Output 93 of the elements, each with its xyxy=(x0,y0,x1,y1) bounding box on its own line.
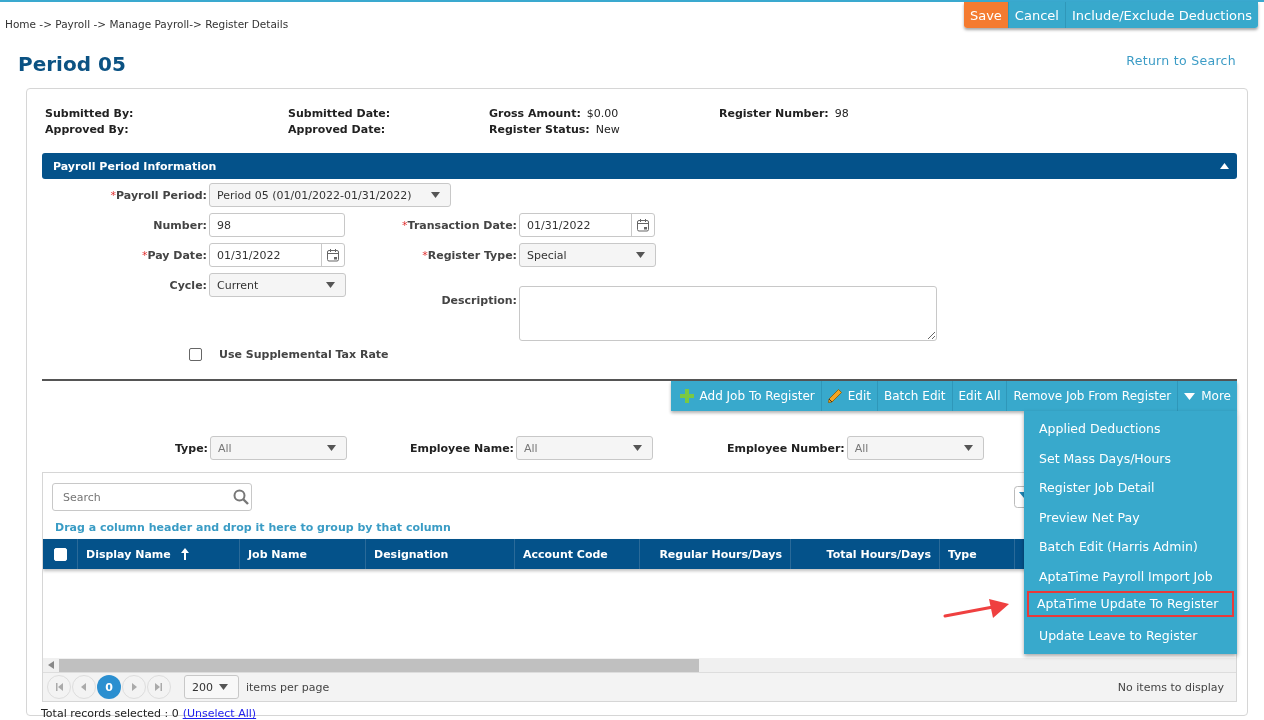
caret-icon xyxy=(963,445,973,451)
selection-count: Total records selected : 0 xyxy=(41,707,179,720)
field-label: Pay Date: xyxy=(147,248,207,262)
menu-item[interactable]: Register Job Detail xyxy=(1027,473,1234,499)
date-field[interactable]: 01/31/2022 xyxy=(519,213,655,237)
next-page-icon xyxy=(130,683,138,691)
field-label: Gross Amount: xyxy=(489,107,581,122)
dropdown[interactable]: All xyxy=(516,436,653,460)
unselect-all-link[interactable]: (Unselect All) xyxy=(182,707,257,720)
field-value: 98 xyxy=(834,107,849,122)
column-header[interactable]: Designation xyxy=(365,539,514,569)
toolbar-button[interactable]: Batch Edit xyxy=(877,381,952,411)
menu-item[interactable]: AptaTime Payroll Import Job xyxy=(1027,561,1234,588)
group-hint: Drag a column header and drop it here to group by that column xyxy=(55,521,451,534)
pencil-icon xyxy=(827,389,842,403)
field-label: Number: xyxy=(153,218,207,232)
caret-icon xyxy=(431,192,440,198)
save-button[interactable]: Save xyxy=(963,2,1008,28)
field-label: Register Status: xyxy=(489,123,590,138)
dropdown[interactable]: All xyxy=(846,436,984,460)
section-header[interactable]: Payroll Period Information xyxy=(42,153,1237,179)
required-mark: * xyxy=(110,188,117,202)
annotation-arrow xyxy=(943,597,1009,619)
dropdown[interactable]: All xyxy=(210,436,347,460)
field-label: Payroll Period: xyxy=(116,188,207,202)
column-header[interactable]: Regular Hours/Days xyxy=(639,539,790,569)
last-page-icon xyxy=(155,683,163,691)
checkbox[interactable] xyxy=(189,347,202,361)
action-button[interactable]: Include/Exclude Deductions xyxy=(1064,2,1258,28)
number-field[interactable]: 98 xyxy=(209,213,345,237)
first-page-icon xyxy=(55,683,63,691)
field-label: Approved By: xyxy=(45,123,129,138)
scrollbar[interactable] xyxy=(43,658,1236,672)
dropdown[interactable]: Current xyxy=(209,273,346,297)
pager-status: No items to display xyxy=(1117,680,1224,694)
field-label: Register Type: xyxy=(427,248,517,262)
field-value: $0.00 xyxy=(586,107,619,122)
menu-item[interactable]: Set Mass Days/Hours xyxy=(1027,443,1234,470)
filter-label: Employee Name: xyxy=(409,441,514,455)
caret-icon xyxy=(219,684,228,690)
field-label: Cycle: xyxy=(169,278,207,292)
column-header[interactable]: Type xyxy=(939,539,1014,569)
column-header[interactable]: Job Name xyxy=(239,539,365,569)
dropdown[interactable]: Special xyxy=(519,243,656,267)
column-header[interactable]: Account Code xyxy=(514,539,639,569)
pager-label: items per page xyxy=(246,680,330,694)
column-header[interactable]: Display Name xyxy=(77,539,239,569)
page-number[interactable]: 0 xyxy=(97,675,121,699)
required-mark: * xyxy=(402,218,408,232)
toolbar-button[interactable]: Add Job To Register xyxy=(670,381,821,411)
breadcrumb[interactable]: Home -> Payroll -> Manage Payroll-> Register Details xyxy=(0,2,289,30)
caret-icon xyxy=(636,252,645,258)
checkbox-label: Use Supplemental Tax Rate xyxy=(219,347,389,361)
scroll-left-icon xyxy=(48,661,54,669)
description-field[interactable] xyxy=(519,286,937,341)
dropdown[interactable]: Period 05 (01/01/2022-01/31/2022) xyxy=(209,183,451,207)
sort-arrow-icon xyxy=(180,548,189,560)
field-label: Submitted Date: xyxy=(288,107,391,122)
menu-item[interactable]: Preview Net Pay xyxy=(1027,502,1234,529)
menu-item[interactable]: AptaTime Update To Register xyxy=(1027,591,1234,617)
toolbar-button[interactable]: Edit xyxy=(820,381,877,411)
previous-page-icon xyxy=(80,683,88,691)
field-label: Register Number: xyxy=(719,107,829,122)
filter-label: Employee Number: xyxy=(727,441,845,455)
field-label: Transaction Date: xyxy=(407,218,517,232)
scrollbar-thumb[interactable] xyxy=(59,658,699,672)
page-title: Period 05 xyxy=(18,52,126,76)
calendar-icon xyxy=(636,218,650,232)
toolbar-button[interactable]: Edit All xyxy=(951,381,1007,411)
required-mark: * xyxy=(422,248,428,262)
search-icon xyxy=(233,489,249,505)
field-label: Submitted By: xyxy=(45,107,134,122)
action-button[interactable]: Cancel xyxy=(1007,2,1065,28)
menu-item[interactable]: Applied Deductions xyxy=(1027,414,1234,440)
section-title: Payroll Period Information xyxy=(53,159,217,173)
search-field[interactable]: Search xyxy=(52,483,252,511)
field-label: Description: xyxy=(441,293,517,307)
plus-icon xyxy=(679,389,694,403)
caret-icon xyxy=(633,445,642,451)
filter-label: Type: xyxy=(174,441,208,455)
field-value: New xyxy=(595,123,620,138)
caret-icon xyxy=(326,282,335,288)
caret-icon xyxy=(1184,392,1196,400)
page-size-dropdown[interactable]: 200 xyxy=(184,675,239,699)
menu-item[interactable]: Update Leave to Register xyxy=(1027,620,1234,647)
required-mark: * xyxy=(141,248,148,262)
field-label: Approved Date: xyxy=(288,123,386,138)
calendar-icon xyxy=(326,248,340,262)
return-link[interactable]: Return to Search xyxy=(1126,52,1236,68)
caret-icon xyxy=(327,445,336,451)
date-field[interactable]: 01/31/2022 xyxy=(209,243,345,267)
menu-item[interactable]: Batch Edit (Harris Admin) xyxy=(1027,532,1234,558)
column-header[interactable]: Total Hours/Days xyxy=(790,539,939,569)
